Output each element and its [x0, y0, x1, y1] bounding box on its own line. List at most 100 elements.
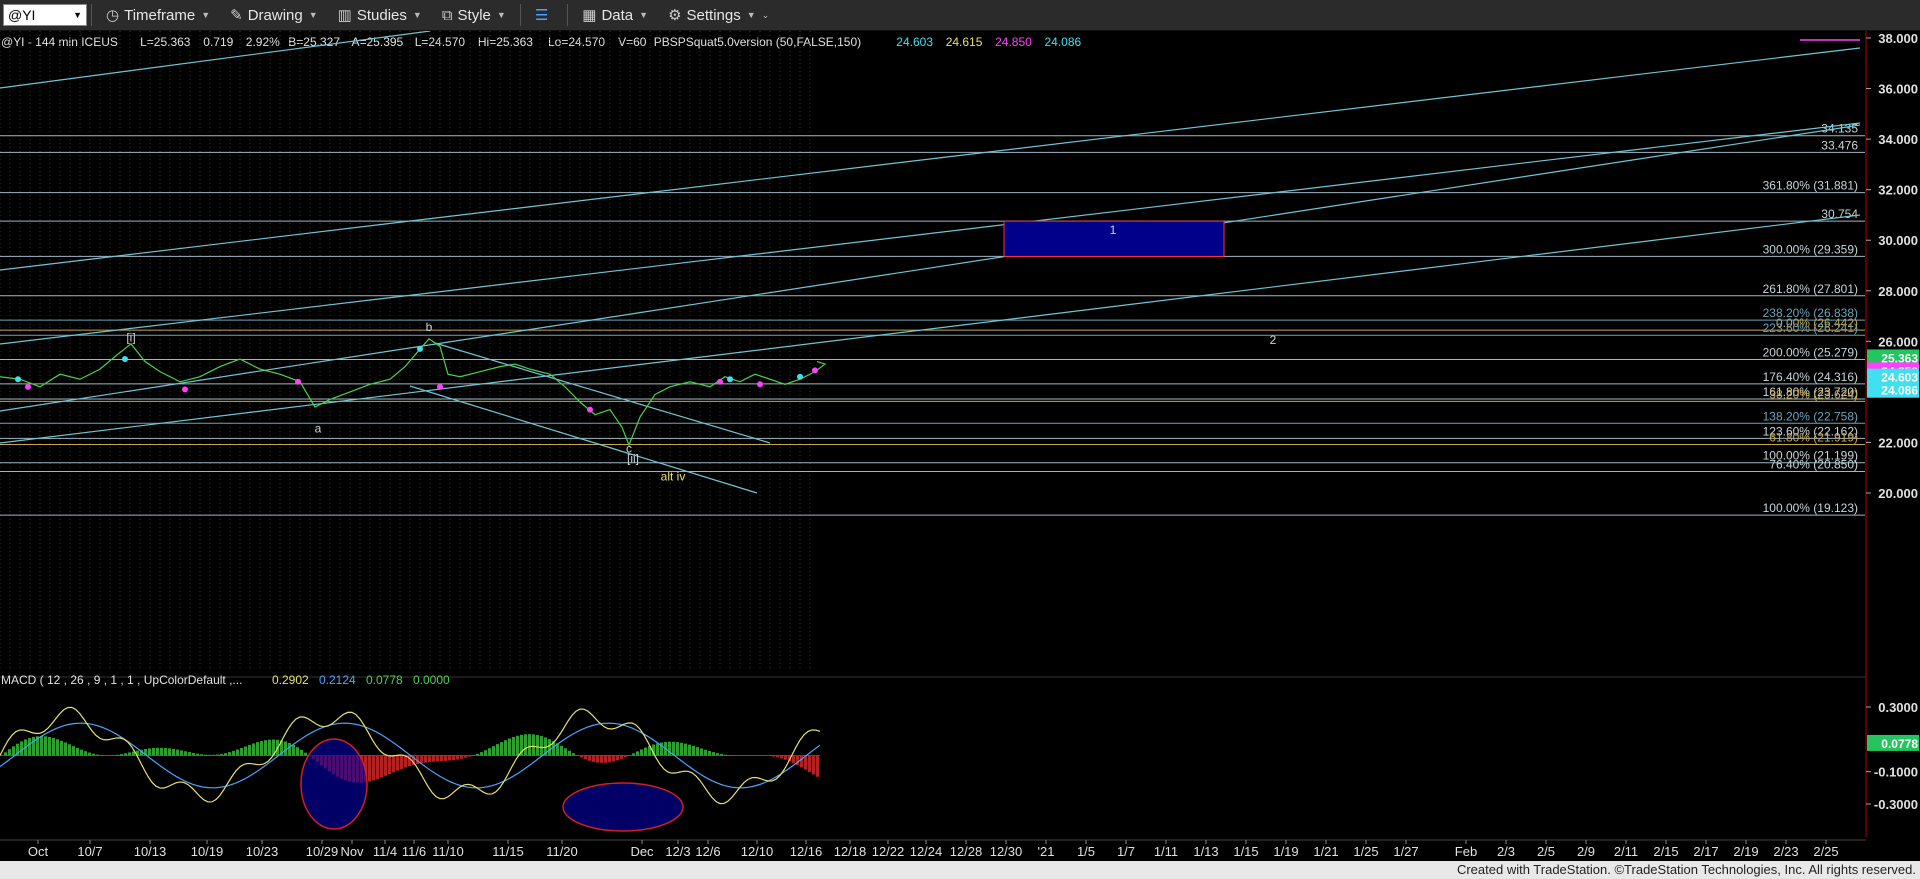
macd-bar — [260, 741, 263, 756]
level-label: 361.80% (31.881) — [1763, 179, 1858, 193]
macd-bar — [240, 747, 243, 756]
style-menu[interactable]: ⧉ Style ▼ — [432, 0, 516, 30]
x-tick-label: Feb — [1455, 844, 1477, 859]
level-label: 200.00% (25.279) — [1763, 346, 1858, 360]
macd-bar — [376, 755, 379, 780]
chevron-down-icon: ▼ — [73, 10, 82, 20]
chevron-down-icon: ▼ — [496, 10, 506, 20]
macd-bar — [508, 738, 511, 756]
x-tick-label: 2/3 — [1497, 844, 1515, 859]
x-tick-label: 1/11 — [1154, 844, 1178, 859]
macd-bar — [632, 753, 635, 756]
macd-bar — [564, 748, 567, 756]
macd-bar — [44, 736, 47, 756]
macd-bar — [72, 746, 75, 756]
level-label: 223.60% (26.241) — [1763, 321, 1858, 335]
y-tick-label: 22.000 — [1878, 435, 1918, 450]
macd-bar — [720, 754, 723, 756]
macd-bar — [76, 747, 79, 756]
y-tick-label: 26.000 — [1878, 334, 1918, 349]
macd-bar — [92, 753, 95, 756]
x-tick-label: 12/6 — [695, 844, 720, 859]
macd-bar — [372, 755, 375, 781]
macd-bar — [436, 755, 439, 762]
macd-bar — [68, 744, 71, 756]
macd-bar — [504, 740, 507, 756]
x-tick-label: 1/5 — [1077, 844, 1095, 859]
divider — [519, 4, 521, 26]
signal-dot — [437, 383, 443, 390]
macd-bar — [464, 755, 467, 758]
gear-icon: ⚙ — [668, 7, 682, 24]
macd-bar — [444, 755, 447, 761]
layout-button[interactable]: ☰ — [525, 0, 563, 30]
macd-bar — [264, 740, 267, 756]
price-chart[interactable]: @YI - 144 min ICEUS L=25.363 0.719 2.92% B=2… — [0, 31, 1920, 861]
macd-bar — [52, 737, 55, 756]
chevron-down-icon: ▼ — [412, 10, 422, 20]
macd-bar — [288, 743, 291, 756]
x-tick-label: 12/3 — [665, 844, 690, 859]
macd-bar — [680, 742, 683, 756]
studies-menu[interactable]: ▥ Studies ▼ — [328, 0, 432, 30]
macd-bar — [176, 749, 179, 756]
x-tick-label: 11/6 — [402, 844, 426, 859]
style-icon: ⧉ — [441, 6, 453, 24]
style-label: Style — [457, 6, 491, 24]
chevron-down-icon: ▼ — [746, 10, 756, 20]
macd-bar — [608, 755, 611, 763]
x-tick-label: 2/11 — [1614, 844, 1638, 859]
macd-bar — [460, 755, 463, 759]
macd-title: MACD ( 12 , 26 , 9 , 1 , 1 , UpColorDefa… — [1, 673, 242, 687]
macd-bar — [8, 749, 11, 756]
wave-label: 2 — [1270, 333, 1277, 347]
timeframe-menu[interactable]: ◷ Timeframe ▼ — [96, 0, 220, 30]
settings-menu[interactable]: ⚙ Settings ▼ ⌄ — [658, 0, 779, 30]
macd-bar — [236, 749, 239, 756]
x-tick-label: Oct — [28, 844, 49, 859]
x-tick-label: 10/19 — [191, 844, 224, 859]
macd-bar — [492, 746, 495, 756]
toolbar: @YI ▼ ◷ Timeframe ▼ ✎ Drawing ▼ ▥ Studie… — [0, 0, 1920, 31]
macd-value: 0.0778 — [366, 673, 403, 687]
macd-bar — [40, 736, 43, 756]
macd-bar — [484, 750, 487, 756]
macd-bar — [124, 753, 127, 756]
drawing-menu[interactable]: ✎ Drawing ▼ — [220, 0, 328, 30]
x-tick-label: 1/13 — [1193, 844, 1218, 859]
x-tick-label: 1/7 — [1117, 844, 1135, 859]
macd-bar — [800, 755, 803, 768]
x-tick-label: 10/23 — [246, 844, 279, 859]
drawing-label: Drawing — [247, 6, 303, 24]
macd-tag-label: 0.0778 — [1881, 737, 1918, 751]
macd-bar — [708, 750, 711, 756]
x-tick-label: 11/15 — [492, 844, 524, 859]
x-tick-label: 10/29 — [306, 844, 339, 859]
y-tick-label: 28.000 — [1878, 284, 1918, 299]
macd-bar — [152, 748, 155, 756]
x-tick-label: '21 — [1038, 844, 1055, 859]
studies-icon: ▥ — [337, 7, 352, 24]
header-value-5: A=25.395 — [352, 35, 404, 49]
divider — [567, 4, 569, 26]
macd-bar — [812, 755, 815, 775]
x-tick-label: 12/24 — [910, 844, 943, 859]
x-tick-label: 2/25 — [1813, 844, 1838, 859]
macd-bar — [204, 754, 207, 756]
macd-bar — [172, 748, 175, 756]
header-value-8: Lo=24.570 — [548, 35, 605, 49]
macd-bar — [208, 754, 211, 756]
macd-bar — [676, 742, 679, 756]
data-menu[interactable]: ▦ Data ▼ — [572, 0, 658, 30]
symbol-input[interactable]: @YI ▼ — [3, 4, 87, 26]
macd-bar — [772, 755, 775, 757]
highlight-ellipse — [562, 782, 684, 832]
macd-bar — [568, 750, 571, 756]
macd-bar — [620, 755, 623, 759]
macd-bar — [656, 743, 659, 756]
macd-bar — [256, 742, 259, 756]
header-value-13: 24.850 — [995, 35, 1032, 49]
macd-bar — [496, 744, 499, 756]
macd-bar — [584, 755, 587, 760]
macd-bar — [524, 734, 527, 756]
